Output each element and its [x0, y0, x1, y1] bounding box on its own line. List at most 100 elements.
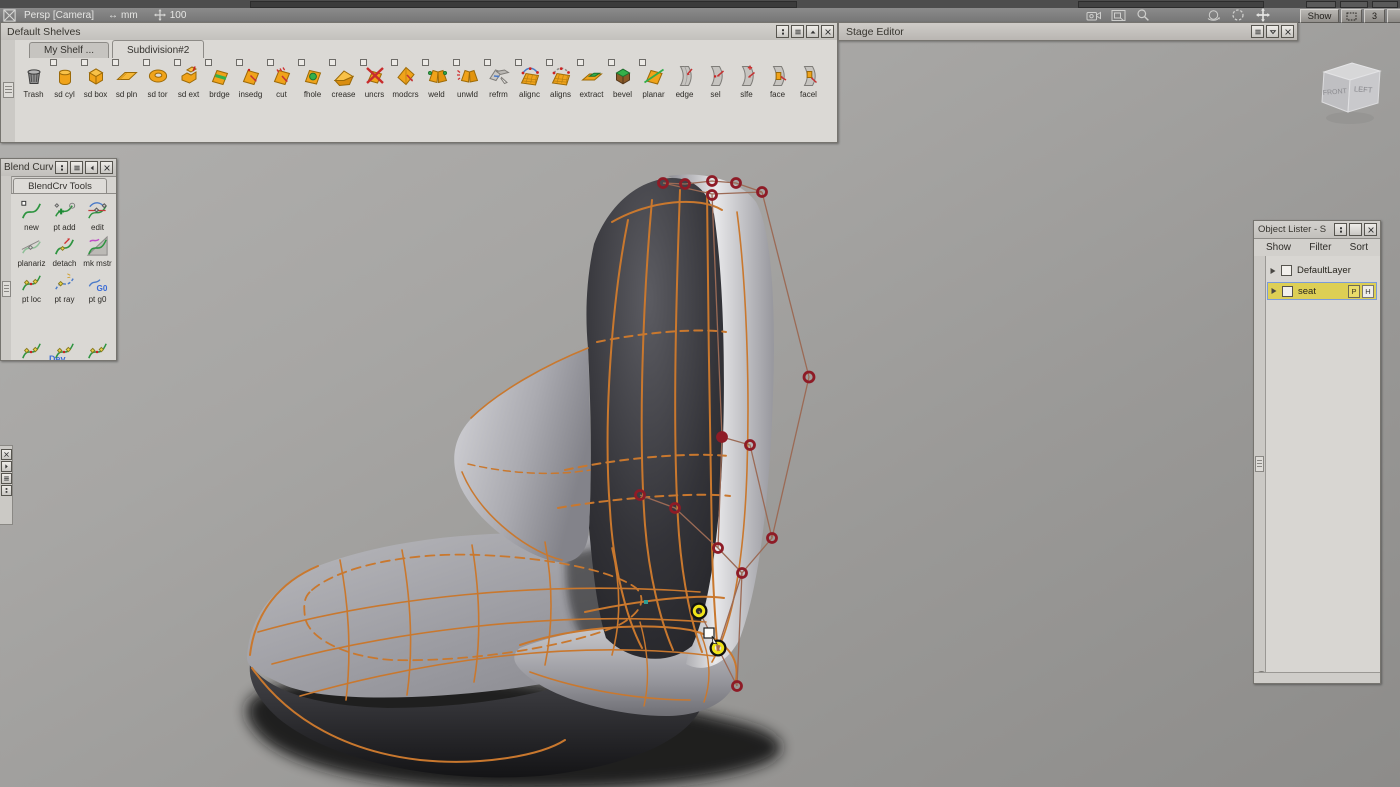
tool-option-box[interactable]	[112, 59, 119, 66]
shelf-tool-planar[interactable]: planar	[638, 60, 669, 99]
shelf-scrollbar[interactable]	[1, 40, 16, 142]
blend-tool-clipped[interactable]	[81, 338, 114, 360]
window-blank-button[interactable]	[1349, 223, 1362, 236]
magnifier-icon[interactable]	[1136, 8, 1150, 22]
shelf-tool-brdge[interactable]: brdge	[204, 60, 235, 99]
lister-row-defaultlayer[interactable]: DefaultLayer	[1267, 262, 1377, 279]
window-menu-button[interactable]	[791, 25, 804, 38]
select-circle-icon[interactable]	[1231, 8, 1245, 22]
shelf-tab-subdivision-2[interactable]: Subdivision#2	[112, 40, 204, 58]
window-collapse-left-icon[interactable]	[85, 161, 98, 174]
window-collapse-icon[interactable]	[806, 25, 819, 38]
camera-icon[interactable]	[1086, 9, 1102, 22]
tool-option-box[interactable]	[360, 59, 367, 66]
shelf-tool-unwld[interactable]: unwld	[452, 60, 483, 99]
layer-checkbox[interactable]	[1281, 265, 1292, 276]
shelf-tool-sd-pln[interactable]: sd pln	[111, 60, 142, 99]
lister-menu-sort[interactable]: Sort	[1350, 242, 1368, 253]
shelf-tab-my-shelf-[interactable]: My Shelf ...	[29, 42, 109, 58]
window-menu-button[interactable]	[1, 473, 12, 484]
scrollbar-handle[interactable]	[2, 281, 11, 297]
shelf-tool-extract[interactable]: extract	[576, 60, 607, 99]
shelf-tool-facel[interactable]: facel	[793, 60, 824, 99]
shelf-tool-refrm[interactable]: refrm	[483, 60, 514, 99]
lister-scrollbar[interactable]	[1254, 256, 1266, 673]
tool-option-box[interactable]	[50, 59, 57, 66]
camera-view-label[interactable]: Persp [Camera]	[24, 10, 94, 21]
window-close-icon[interactable]	[821, 25, 834, 38]
lister-row-seat[interactable]: seatPH	[1267, 282, 1377, 300]
expand-caret-icon[interactable]	[1269, 267, 1277, 275]
window-menu-button[interactable]	[70, 161, 83, 174]
collapsed-panel-strip[interactable]	[0, 445, 13, 525]
tool-option-box[interactable]	[608, 59, 615, 66]
shelf-tool-alignc[interactable]: alignc	[514, 60, 545, 99]
shelf-tool-sel[interactable]: sel	[700, 60, 731, 99]
shelf-tool-face[interactable]: face	[762, 60, 793, 99]
window-close-icon[interactable]	[1, 449, 12, 460]
blend-tool-detach[interactable]: detach	[48, 234, 81, 268]
tool-option-box[interactable]	[81, 59, 88, 66]
scrollbar-handle[interactable]	[1255, 456, 1264, 472]
lister-menu-filter[interactable]: Filter	[1309, 242, 1331, 253]
blend-tool-pt-loc[interactable]: pt loc	[15, 270, 48, 304]
shelf-tool-slfe[interactable]: slfe	[731, 60, 762, 99]
shelf-tool-bevel[interactable]: bevel	[607, 60, 638, 99]
blend-tool-pt-g0[interactable]: G0pt g0	[81, 270, 114, 304]
show-button[interactable]: Show	[1300, 9, 1339, 23]
window-close-icon[interactable]	[1364, 223, 1377, 236]
clipped-view-button[interactable]	[1387, 9, 1400, 23]
seat-model[interactable]	[247, 174, 814, 787]
viewport-frame-icon[interactable]	[3, 9, 16, 22]
tool-option-box[interactable]	[639, 59, 646, 66]
expand-right-icon[interactable]	[1, 461, 12, 472]
tool-option-box[interactable]	[174, 59, 181, 66]
blend-tool-pt-ray[interactable]: pt ray	[48, 270, 81, 304]
blend-curve-titlebar[interactable]: Blend Curve	[1, 159, 116, 177]
shelf-titlebar[interactable]: Default Shelves	[1, 23, 837, 41]
scrollbar-handle[interactable]	[3, 82, 14, 98]
layer-badge-p[interactable]: P	[1348, 285, 1360, 298]
window-dots-button[interactable]	[1, 485, 12, 496]
layer-badge-h[interactable]: H	[1362, 285, 1374, 298]
window-dots-button[interactable]	[55, 161, 68, 174]
blend-tool-edit[interactable]: edit	[81, 198, 114, 232]
tool-option-box[interactable]	[515, 59, 522, 66]
window-close-icon[interactable]	[100, 161, 113, 174]
window-dots-button[interactable]	[1334, 223, 1347, 236]
tool-option-box[interactable]	[329, 59, 336, 66]
shelf-tool-edge[interactable]: edge	[669, 60, 700, 99]
marquee-button[interactable]	[1341, 9, 1362, 23]
shelf-tool-sd-cyl[interactable]: sd cyl	[49, 60, 80, 99]
shelf-tool-sd-ext[interactable]: sd ext	[173, 60, 204, 99]
pan-zoom-icon[interactable]	[154, 9, 166, 21]
tool-option-box[interactable]	[577, 59, 584, 66]
shelf-tool-aligns[interactable]: aligns	[545, 60, 576, 99]
tool-option-box[interactable]	[236, 59, 243, 66]
shelf-tool-weld[interactable]: weld	[421, 60, 452, 99]
tool-option-box[interactable]	[205, 59, 212, 66]
shelf-tool-cut[interactable]: cut	[266, 60, 297, 99]
view-3-button[interactable]: 3	[1364, 9, 1385, 23]
shelf-tool-crease[interactable]: crease	[328, 60, 359, 99]
tool-option-box[interactable]	[298, 59, 305, 66]
shelf-tool-fhole[interactable]: fhole	[297, 60, 328, 99]
layer-checkbox[interactable]	[1282, 286, 1293, 297]
blend-tool-clipped[interactable]	[15, 338, 48, 360]
blend-tool-mk-mstr[interactable]: mk mstr	[81, 234, 114, 268]
tool-option-box[interactable]	[143, 59, 150, 66]
shelf-tool-uncrs[interactable]: uncrs	[359, 60, 390, 99]
shelf-tool-sd-tor[interactable]: sd tor	[142, 60, 173, 99]
tool-option-box[interactable]	[267, 59, 274, 66]
object-lister-titlebar[interactable]: Object Lister - S	[1254, 221, 1380, 239]
tool-option-box[interactable]	[391, 59, 398, 66]
shelf-tool-insedg[interactable]: insedg	[235, 60, 266, 99]
orbit-icon[interactable]	[1206, 8, 1221, 22]
tool-option-box[interactable]	[422, 59, 429, 66]
blend-tool-new[interactable]: new	[15, 198, 48, 232]
stage-editor-titlebar[interactable]: Stage Editor	[838, 22, 1298, 41]
tool-option-box[interactable]	[546, 59, 553, 66]
render-view-icon[interactable]	[1111, 9, 1126, 22]
blend-tool-planariz[interactable]: planariz	[15, 234, 48, 268]
tool-option-box[interactable]	[484, 59, 491, 66]
